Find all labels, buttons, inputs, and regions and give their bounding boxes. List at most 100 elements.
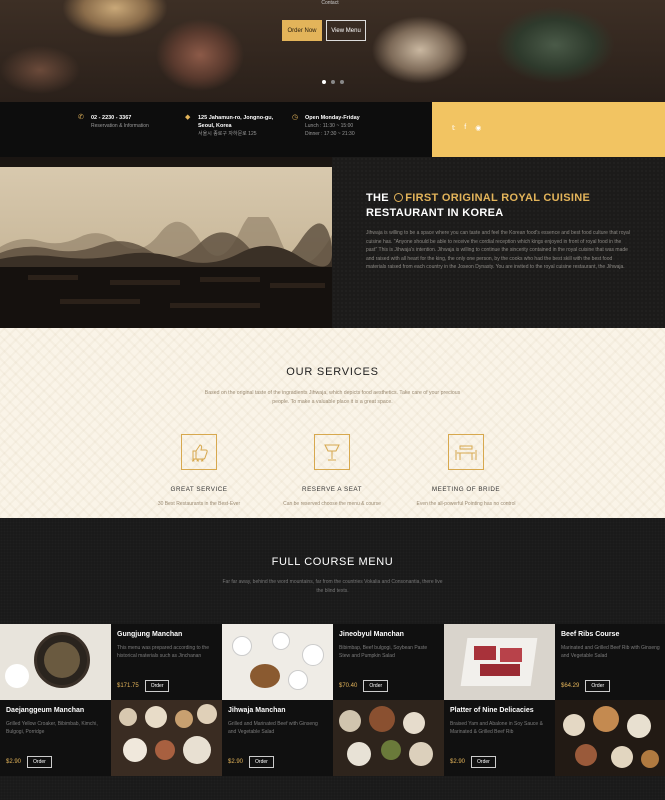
slider-dot[interactable] xyxy=(331,80,335,84)
thumbs-up-stars-icon: ★★★ xyxy=(181,434,217,470)
social-links: 𝕥 f ◉ xyxy=(452,124,481,132)
phone-info: ✆ 02 - 2230 - 3367 Reservation & Informa… xyxy=(78,114,149,130)
facebook-icon[interactable]: f xyxy=(464,124,466,132)
dish-name: Gungjung Manchan xyxy=(117,631,183,638)
restaurant-interior-image xyxy=(0,157,332,328)
phone-number[interactable]: 02 - 2230 - 3367 xyxy=(91,114,149,122)
dish-photo-jihwaja xyxy=(333,700,444,776)
dish-name: Jihwaja Manchan xyxy=(228,707,286,714)
dining-table-icon xyxy=(448,434,484,470)
dish-price: $2.90 xyxy=(6,759,22,765)
menu-card-jihwaja: Jihwaja Manchan Grilled and Marinated Be… xyxy=(222,700,333,776)
view-menu-button[interactable]: View Menu xyxy=(326,20,366,41)
dish-photo-jineobyul xyxy=(222,624,333,700)
about-title-pre: THE xyxy=(366,192,389,204)
address-line2: Seoul, Korea xyxy=(198,123,232,129)
card-footer: $2.90 Order xyxy=(228,756,274,768)
location-icon: ◆ xyxy=(185,114,191,121)
slider-dots xyxy=(322,80,344,84)
order-button[interactable]: Order xyxy=(27,756,52,768)
menu-card-jineobyul: Jineobyul Manchan Bibimbap, Beef bulgogi… xyxy=(333,624,444,700)
menu-card-daejanggeum: Daejanggeum Manchan Grilled Yellow Croak… xyxy=(0,700,111,776)
order-button[interactable]: Order xyxy=(144,680,170,692)
dish-photo-daejanggeum xyxy=(111,700,222,776)
slider-dot[interactable] xyxy=(340,80,344,84)
hours-info: ◷ Open Monday-Friday Lunch : 11:30 ~ 15:… xyxy=(292,114,360,138)
service-name: RESERVE A SEAT xyxy=(302,486,362,493)
address-line1: 125 Jahamun-ro, Jongno-gu, xyxy=(198,115,274,121)
service-name: MEETING OF BRIDE xyxy=(431,486,501,493)
svg-text:★★★: ★★★ xyxy=(191,458,205,463)
dish-desc: Braised Yam and Abalone in Soy Sauce & M… xyxy=(450,721,543,735)
order-button[interactable]: Order xyxy=(471,756,496,768)
dish-price: $70.40 xyxy=(339,683,358,689)
order-button[interactable]: Order xyxy=(363,680,389,692)
hours-lunch: Lunch : 11:30 ~ 15:00 xyxy=(305,123,354,129)
service-sub: Can be reserved choose the menu & course xyxy=(283,501,381,507)
card-footer: $171.75 Order xyxy=(117,680,170,692)
dish-name: Daejanggeum Manchan xyxy=(6,707,85,714)
dish-desc: This menu was prepared according to the … xyxy=(117,645,209,659)
about-title-gold: FIRST ORIGINAL ROYAL CUISINE xyxy=(405,192,591,204)
order-button[interactable]: Order xyxy=(585,680,611,692)
dish-name: Beef Ribs Course xyxy=(561,631,620,638)
dish-desc: Bibimbap, Beef bulgogi, Soybean Paste St… xyxy=(339,645,428,659)
royal-seal-icon xyxy=(394,193,404,202)
hero-top-text: Contact xyxy=(321,0,339,6)
dining-table xyxy=(270,283,325,288)
dining-table xyxy=(60,299,140,304)
dish-price: $171.75 xyxy=(117,683,139,689)
menu-card-beef-ribs: Beef Ribs Course Marinated and Grilled B… xyxy=(555,624,665,700)
dish-name: Jineobyul Manchan xyxy=(339,631,404,638)
instagram-icon[interactable]: ◉ xyxy=(475,124,481,132)
card-footer: $2.90 Order xyxy=(450,756,496,768)
mountain-painting xyxy=(0,217,332,267)
dining-table xyxy=(170,303,260,308)
card-footer: $70.40 Order xyxy=(339,680,389,692)
dish-photo-beef-ribs xyxy=(444,624,555,700)
dining-table xyxy=(28,275,78,280)
slider-dot[interactable] xyxy=(322,80,326,84)
phone-icon: ✆ xyxy=(78,114,84,121)
info-bar: ✆ 02 - 2230 - 3367 Reservation & Informa… xyxy=(0,102,665,157)
dish-price: $2.90 xyxy=(228,759,244,765)
service-sub: 30 Best Restaurants in the Best-Ever xyxy=(157,501,241,507)
dish-desc: Grilled Yellow Croaker, Bibimbab, Kimchi… xyxy=(6,721,98,735)
about-body: Jihwaja is willing to be a space where y… xyxy=(366,230,630,270)
dining-table xyxy=(200,277,260,282)
menu-desc: Far far away, behind the word mountains,… xyxy=(222,579,443,594)
phone-sub: Reservation & Information xyxy=(91,123,149,129)
dish-desc: Grilled and Marinated Beef with Ginseng … xyxy=(228,721,318,735)
address-info: ◆ 125 Jahamun-ro, Jongno-gu, Seoul, Kore… xyxy=(185,114,273,138)
order-now-button[interactable]: Order Now xyxy=(282,20,322,41)
service-great-service: ★★★ GREAT SERVICE 30 Best Restaurants in… xyxy=(129,434,269,507)
reserved-sign-icon xyxy=(314,434,350,470)
service-name: GREAT SERVICE xyxy=(170,486,228,493)
services-section: OUR SERVICES Based on the original taste… xyxy=(0,328,665,518)
clock-icon: ◷ xyxy=(292,114,299,121)
dining-table xyxy=(110,280,180,285)
dish-photo-gungjung xyxy=(0,624,111,700)
about-section: THE FIRST ORIGINAL ROYAL CUISINE RESTAUR… xyxy=(332,157,665,328)
services-title: OUR SERVICES xyxy=(286,366,379,378)
about-title-line2: RESTAURANT IN KOREA xyxy=(366,207,504,219)
dish-photo-nine-delicacies xyxy=(555,700,665,776)
hero-banner: Contact Order Now View Menu xyxy=(0,0,665,102)
dish-price: $2.90 xyxy=(450,759,466,765)
menu-title: FULL COURSE MENU xyxy=(271,556,394,568)
menu-card-nine-delicacies: Platter of Nine Delicacies Braised Yam a… xyxy=(444,700,555,776)
dish-desc: Marinated and Grilled Beef Rib with Gins… xyxy=(561,645,660,659)
card-footer: $2.90 Order xyxy=(6,756,52,768)
service-sub: Even the all-powerful Pointing has no co… xyxy=(416,501,516,507)
about-title: THE FIRST ORIGINAL ROYAL CUISINE RESTAUR… xyxy=(366,191,590,221)
menu-card-gungjung: Gungjung Manchan This menu was prepared … xyxy=(111,624,222,700)
dish-price: $64.29 xyxy=(561,683,580,689)
hours-title: Open Monday-Friday xyxy=(305,115,360,121)
order-button[interactable]: Order xyxy=(249,756,274,768)
dish-name: Platter of Nine Delicacies xyxy=(450,707,534,714)
services-desc: Based on the original taste of the ingra… xyxy=(204,390,461,405)
hours-dinner: Dinner : 17:30 ~ 21:30 xyxy=(305,131,355,137)
address-korean: 서울시 종로구 자하문로 125 xyxy=(198,131,257,137)
twitter-icon[interactable]: 𝕥 xyxy=(452,124,455,132)
service-meeting-bride: MEETING OF BRIDE Even the all-powerful P… xyxy=(396,434,536,507)
